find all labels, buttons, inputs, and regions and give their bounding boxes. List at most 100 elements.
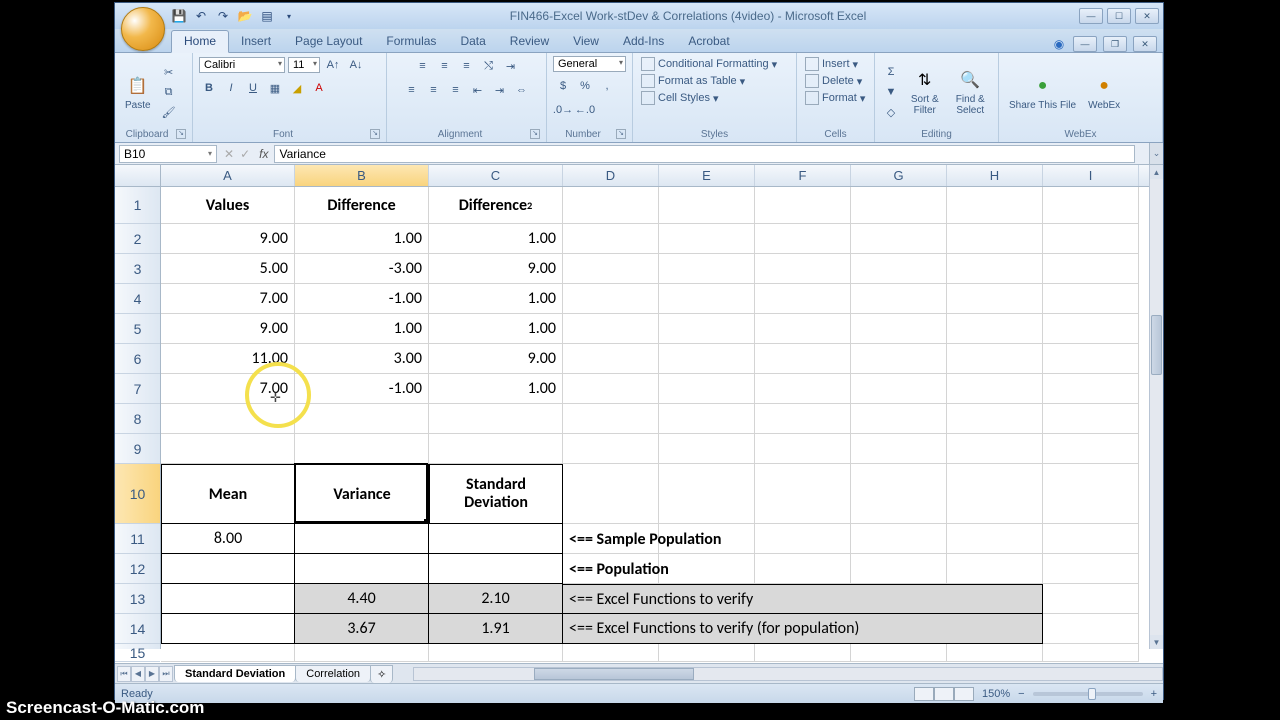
cell-A6[interactable]: 11.00 [161,344,295,374]
inc-decimal-icon[interactable]: .0→ [553,100,573,120]
clear-icon[interactable]: ◇ [881,103,901,121]
cell-E8[interactable] [659,404,755,434]
italic-button[interactable]: I [221,78,241,98]
hscroll-thumb[interactable] [534,668,694,680]
normal-view-icon[interactable] [914,687,934,701]
cell-B1[interactable]: Difference [295,187,429,224]
find-select-button[interactable]: 🔍 Find & Select [949,66,993,118]
save-icon[interactable]: 💾 [171,8,187,24]
tab-formulas[interactable]: Formulas [374,31,448,52]
row-header-4[interactable]: 4 [115,284,160,314]
col-header-B[interactable]: B [295,165,429,186]
tab-review[interactable]: Review [498,31,561,52]
cell-C5[interactable]: 1.00 [429,314,563,344]
underline-button[interactable]: U [243,78,263,98]
cell-H10[interactable] [947,464,1043,524]
help-icon[interactable]: ◉ [1051,36,1067,52]
cell-C3[interactable]: 9.00 [429,254,563,284]
cell-F2[interactable] [755,224,851,254]
zoom-in-icon[interactable]: + [1151,688,1157,700]
cell-D8[interactable] [563,404,659,434]
paste-button[interactable]: 📋 Paste [121,72,155,113]
cell-H4[interactable] [947,284,1043,314]
tab-data[interactable]: Data [448,31,497,52]
fill-icon[interactable]: ▼ [881,83,901,101]
cell-D1[interactable] [563,187,659,224]
cell-E2[interactable] [659,224,755,254]
cell-B6[interactable]: 3.00 [295,344,429,374]
cell-B4[interactable]: -1.00 [295,284,429,314]
cell-I11[interactable] [1043,524,1139,554]
top-align-icon[interactable]: ≡ [413,56,433,76]
cell-I12[interactable] [1043,554,1139,584]
office-button[interactable] [121,7,165,51]
grow-font-icon[interactable]: A↑ [323,56,343,74]
new-sheet-icon[interactable]: ✧ [370,665,393,683]
cell-H1[interactable] [947,187,1043,224]
cell-B14[interactable]: 3.67 [295,614,429,644]
cell-I10[interactable] [1043,464,1139,524]
view-buttons[interactable] [914,687,974,701]
cell-G4[interactable] [851,284,947,314]
name-box[interactable]: B10▾ [119,145,217,163]
cell-C12[interactable] [429,554,563,584]
cell-C14[interactable]: 1.91 [429,614,563,644]
cell-B8[interactable] [295,404,429,434]
cell-I14[interactable] [1043,614,1139,644]
cell-B15[interactable] [295,644,429,662]
cell-C1[interactable]: Difference2 [429,187,563,224]
cell-B13[interactable]: 4.40 [295,584,429,614]
row-header-11[interactable]: 11 [115,524,160,554]
cell-G2[interactable] [851,224,947,254]
left-align-icon[interactable]: ≡ [402,80,422,100]
cell-E5[interactable] [659,314,755,344]
row-header-7[interactable]: 7 [115,374,160,404]
cell-D11[interactable]: <== Sample Population [563,524,1043,554]
cell-G3[interactable] [851,254,947,284]
tab-view[interactable]: View [561,31,611,52]
vscroll-thumb[interactable] [1151,315,1162,375]
zoom-slider[interactable] [1033,692,1143,696]
enter-formula-icon[interactable]: ✓ [237,147,253,161]
cell-H9[interactable] [947,434,1043,464]
scroll-down-icon[interactable]: ▼ [1150,635,1163,649]
cell-A15[interactable] [161,644,295,662]
autosum-icon[interactable]: Σ [881,63,901,81]
wrap-text-icon[interactable]: ⇥ [501,56,521,76]
cell-B11[interactable] [295,524,429,554]
share-file-button[interactable]: ● Share This File [1005,72,1080,113]
cell-E9[interactable] [659,434,755,464]
tab-home[interactable]: Home [171,30,229,53]
cell-B3[interactable]: -3.00 [295,254,429,284]
cell-H5[interactable] [947,314,1043,344]
scroll-up-icon[interactable]: ▲ [1150,165,1163,179]
cell-D5[interactable] [563,314,659,344]
cell-G7[interactable] [851,374,947,404]
cell-E1[interactable] [659,187,755,224]
doc-close-button[interactable]: ✕ [1133,36,1157,52]
col-header-C[interactable]: C [429,165,563,186]
cell-H6[interactable] [947,344,1043,374]
percent-icon[interactable]: % [575,76,595,96]
cell-E15[interactable] [659,644,755,662]
cell-A4[interactable]: 7.00 [161,284,295,314]
col-header-H[interactable]: H [947,165,1043,186]
bold-button[interactable]: B [199,78,219,98]
cell-F5[interactable] [755,314,851,344]
cell-I6[interactable] [1043,344,1139,374]
cell-C11[interactable] [429,524,563,554]
worksheet-grid[interactable]: ABCDEFGHI 123456789101112131415 ValuesDi… [115,165,1163,663]
cell-E7[interactable] [659,374,755,404]
doc-restore-button[interactable]: ❐ [1103,36,1127,52]
cell-A2[interactable]: 9.00 [161,224,295,254]
cell-I7[interactable] [1043,374,1139,404]
doc-minimize-button[interactable]: — [1073,36,1097,52]
row-header-6[interactable]: 6 [115,344,160,374]
cell-D13[interactable]: <== Excel Functions to verify [563,584,1043,614]
row-header-12[interactable]: 12 [115,554,160,584]
cell-I15[interactable] [1043,644,1139,662]
format-cells-button[interactable]: Format ▾ [803,90,867,106]
row-header-5[interactable]: 5 [115,314,160,344]
format-as-table-button[interactable]: Format as Table ▾ [639,73,747,89]
cell-D2[interactable] [563,224,659,254]
